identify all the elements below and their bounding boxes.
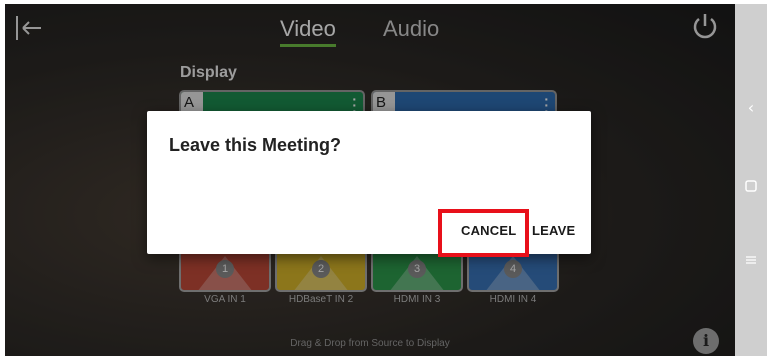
app-area: Video Audio Display A ··· B ··· 1 2 <box>5 4 735 356</box>
nav-home-icon[interactable] <box>735 177 767 196</box>
nav-recents-icon[interactable] <box>735 251 767 270</box>
nav-back-icon[interactable]: ‹ <box>735 98 767 117</box>
android-nav-bar: ‹ <box>735 4 767 356</box>
cancel-highlight-box <box>438 209 529 257</box>
leave-button[interactable]: LEAVE <box>532 223 575 238</box>
dialog-title: Leave this Meeting? <box>169 135 342 155</box>
device-screen: Video Audio Display A ··· B ··· 1 2 <box>5 4 767 356</box>
